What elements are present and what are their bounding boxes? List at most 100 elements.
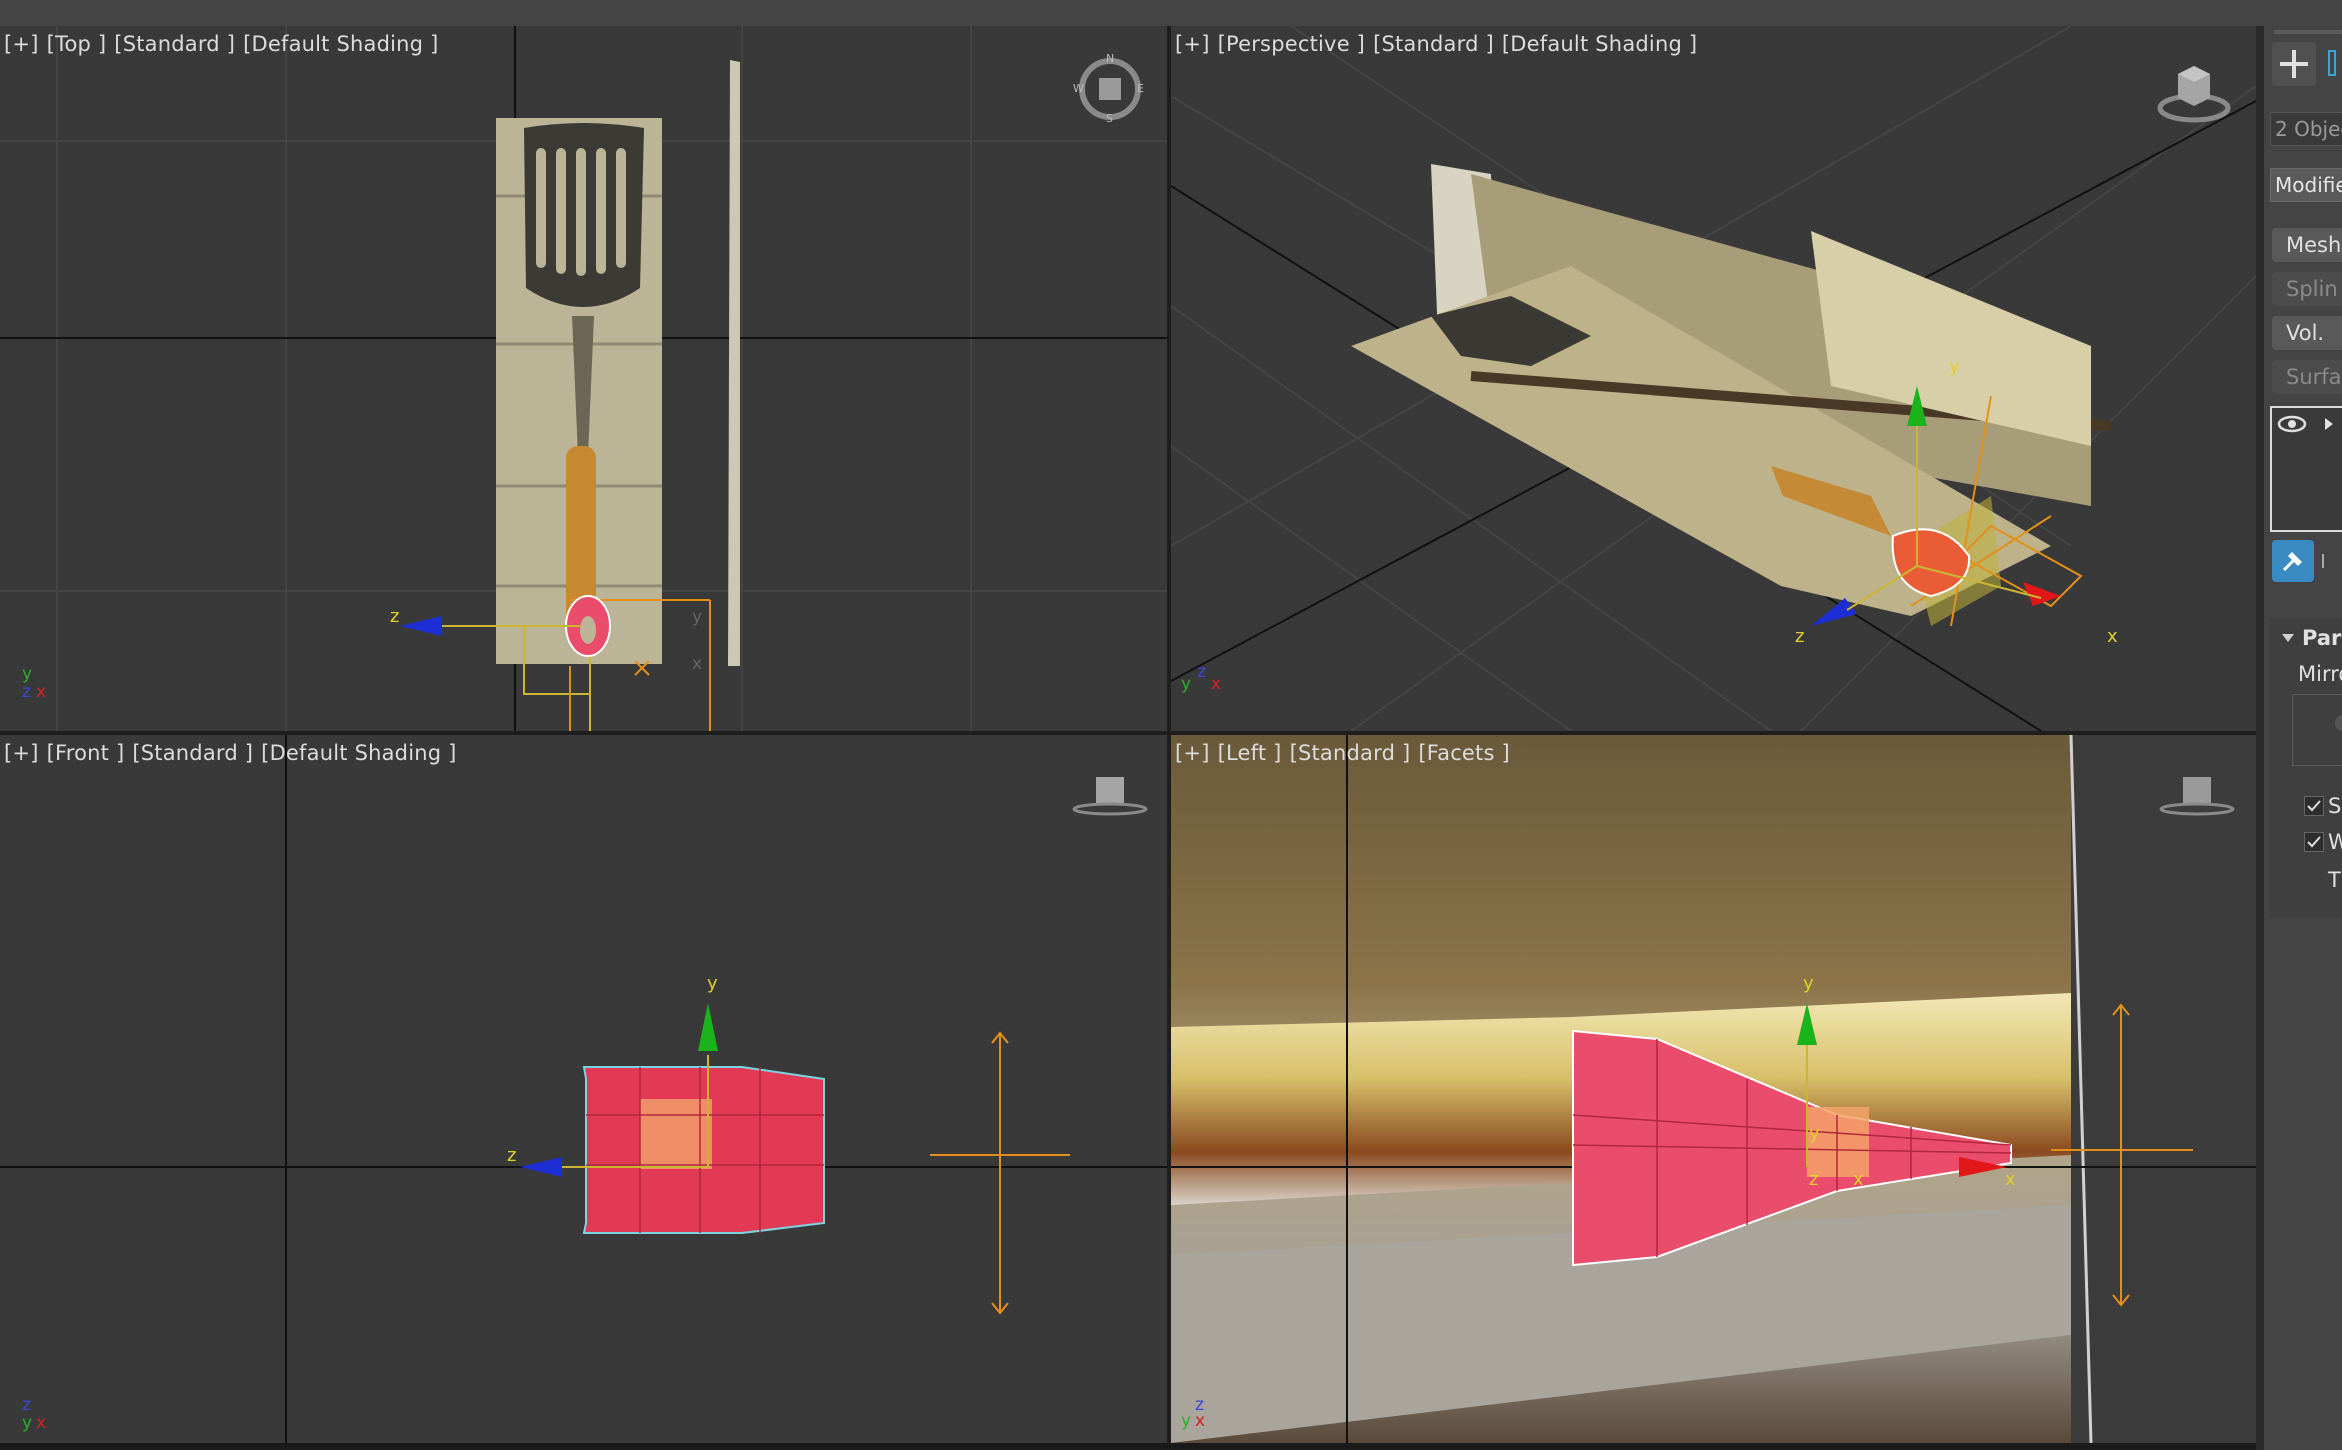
helper-x-label: x <box>692 654 703 674</box>
checkbox-w[interactable] <box>2304 832 2324 852</box>
plus-icon <box>2280 50 2308 78</box>
pin-stack-button[interactable] <box>2272 540 2314 582</box>
axis-tripod-x: x <box>36 682 47 702</box>
view-compass[interactable]: N S E W <box>1073 52 1145 125</box>
modify-tab[interactable] <box>2328 50 2336 76</box>
compass-e: E <box>1137 82 1144 95</box>
expand-arrow-icon[interactable] <box>2322 414 2336 434</box>
compass-s: S <box>1106 112 1113 125</box>
viewcube-icon <box>2157 66 2231 123</box>
modifier-list-dropdown[interactable]: Modifier <box>2270 168 2342 202</box>
viewport-label-left[interactable]: [+] [Left ] [Standard ] [Facets ] <box>1175 741 1518 765</box>
gizmo-z-label: z <box>1795 626 1805 647</box>
gizmo-y-arrow[interactable] <box>698 1003 718 1051</box>
axis-tripod-y: y <box>22 664 33 684</box>
viewport-menu[interactable]: [+] <box>1175 32 1210 56</box>
mirror-axis-label: Mirro <box>2298 662 2342 686</box>
style-label[interactable]: [Standard ] <box>132 741 253 765</box>
modifier-stack[interactable] <box>2270 406 2342 532</box>
gizmo-y-label: y <box>1949 356 1960 377</box>
viewcube-icon <box>2159 777 2235 816</box>
axis-tripod-y: y <box>22 1413 33 1433</box>
axis-tripod-z: z <box>22 682 31 702</box>
axis-tripod-z: z <box>1197 662 1206 682</box>
top-scene <box>0 26 1167 731</box>
command-panel: 2 Objec Modifier Mesh Splin Vol. Surfac … <box>2256 26 2342 1450</box>
viewport-label-top[interactable]: [+] [Top ] [Standard ] [Default Shading ] <box>4 32 446 56</box>
mirror-axis-group <box>2292 694 2342 766</box>
axis-tripod-x: x <box>36 1413 47 1433</box>
viewcube-left[interactable] <box>2157 773 2237 823</box>
style-label[interactable]: [Standard ] <box>114 32 235 56</box>
mesh-button[interactable]: Mesh <box>2272 228 2342 262</box>
surface-button[interactable]: Surfac <box>2272 360 2342 394</box>
viewport-top[interactable]: [+] [Top ] [Standard ] [Default Shading ] z… <box>0 26 1167 731</box>
gizmo-z-arrow[interactable] <box>520 1157 562 1177</box>
top-toolbar-strip <box>0 0 2342 26</box>
viewcube[interactable] <box>2156 58 2232 128</box>
view-label[interactable]: [Top ] <box>47 32 107 56</box>
axis-tripod-y: y <box>1181 674 1192 694</box>
viewport-label-front[interactable]: [+] [Front ] [Standard ] [Default Shading ] <box>4 741 465 765</box>
spatula-image-plane <box>496 118 662 664</box>
gizmo-y-label: y <box>1803 973 1814 994</box>
checkbox-s[interactable] <box>2304 796 2324 816</box>
viewcube-front[interactable] <box>1070 773 1150 823</box>
shading-label[interactable]: [Default Shading ] <box>243 32 438 56</box>
gizmo-x-label: x <box>2107 626 2118 647</box>
bottom-edge <box>0 1443 2256 1450</box>
style-label[interactable]: [Standard ] <box>1373 32 1494 56</box>
gizmo-y-label: y <box>707 973 718 994</box>
viewport-front[interactable]: [+] [Front ] [Standard ] [Default Shading ]… <box>0 735 1167 1443</box>
viewport-area: [+] [Top ] [Standard ] [Default Shading ] z… <box>0 26 2256 1450</box>
gizmo-local-y: y <box>1809 1123 1820 1144</box>
viewport-menu[interactable]: [+] <box>1175 741 1210 765</box>
gizmo-z-arrow[interactable] <box>400 616 442 636</box>
viewport-menu[interactable]: [+] <box>4 741 39 765</box>
threshold-label: T <box>2328 868 2341 892</box>
object-name-field[interactable]: 2 Objec <box>2270 112 2342 146</box>
panel-grip <box>2274 30 2342 34</box>
collapse-triangle-icon[interactable] <box>2280 630 2296 646</box>
gizmo-local-x: x <box>1853 1169 1864 1190</box>
gizmo-z-label: z <box>507 1145 517 1166</box>
checkbox-w-label: W <box>2328 830 2342 854</box>
viewport-label-perspective[interactable]: [+] [Perspective ] [Standard ] [Default Sha… <box>1175 32 1705 56</box>
view-label[interactable]: [Front ] <box>47 741 125 765</box>
spline-button[interactable]: Splin <box>2272 272 2342 306</box>
viewport-left[interactable]: [+] [Left ] [Standard ] [Facets ] y y z x x… <box>1171 735 2256 1443</box>
viewcube-icon <box>1072 777 1148 816</box>
rollout-title[interactable]: Par <box>2302 626 2341 650</box>
axis-tripod-y: y <box>1181 1411 1192 1431</box>
shading-label[interactable]: [Default Shading ] <box>1502 32 1697 56</box>
pin-icon <box>2282 552 2302 572</box>
left-scene <box>1171 735 2256 1443</box>
style-label[interactable]: [Standard ] <box>1290 741 1411 765</box>
compass-n: N <box>1106 52 1115 65</box>
check-icon <box>2307 800 2321 812</box>
view-label[interactable]: [Perspective ] <box>1218 32 1365 56</box>
eye-icon[interactable] <box>2276 412 2312 436</box>
viewport-menu[interactable]: [+] <box>4 32 39 56</box>
perspective-image-planes <box>1351 164 2112 616</box>
axis-tripod-z: z <box>22 1395 31 1415</box>
axis-tripod-x: x <box>1211 674 1222 694</box>
selected-mesh-front[interactable] <box>582 1066 825 1234</box>
shading-label[interactable]: [Default Shading ] <box>261 741 456 765</box>
helper-y-label: y <box>692 607 703 627</box>
perspective-scene <box>1171 26 2256 731</box>
vol-button[interactable]: Vol. <box>2272 316 2342 350</box>
gizmo-x-label: x <box>2005 1169 2016 1190</box>
create-tab[interactable] <box>2272 42 2316 86</box>
compass-w: W <box>1073 82 1084 95</box>
gizmo-z-label: z <box>1809 1169 1819 1190</box>
stack-divider <box>2322 554 2324 568</box>
check-icon <box>2307 836 2321 848</box>
shading-label[interactable]: [Facets ] <box>1418 741 1510 765</box>
viewport-perspective[interactable]: [+] [Perspective ] [Standard ] [Default Sha… <box>1171 26 2256 731</box>
axis-radio[interactable] <box>2335 715 2342 731</box>
helper-cross <box>930 1031 1070 1315</box>
parameters-rollout: Par Mirro S W T <box>2270 618 2342 918</box>
view-label[interactable]: [Left ] <box>1218 741 1282 765</box>
checkbox-s-label: S <box>2328 794 2342 818</box>
